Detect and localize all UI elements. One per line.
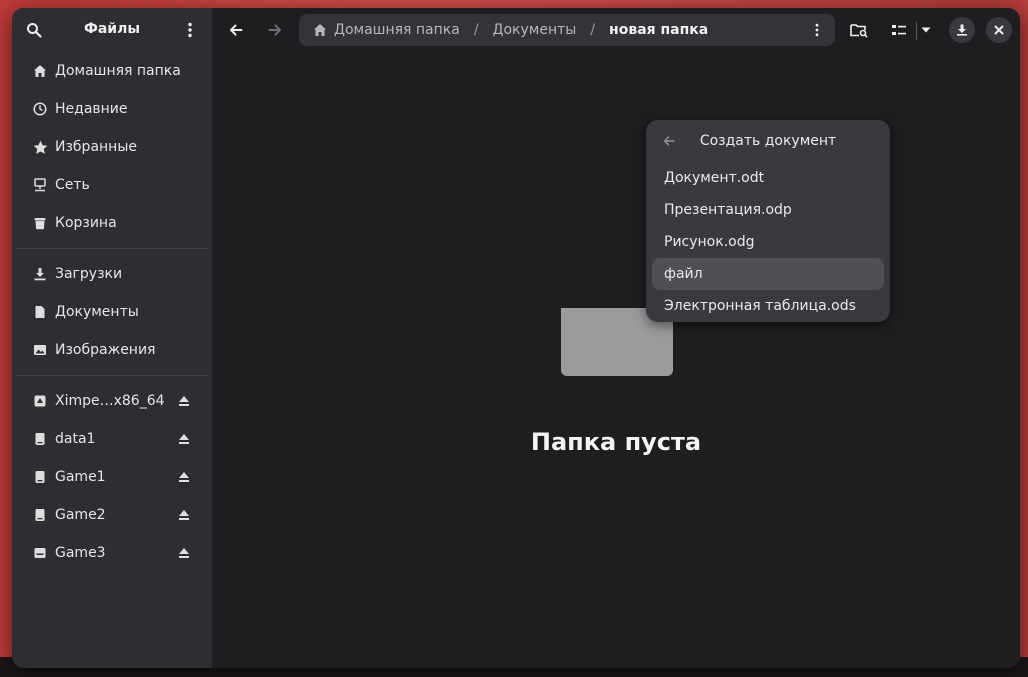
home-icon bbox=[314, 24, 326, 36]
menu-item-file[interactable]: файл bbox=[652, 258, 884, 290]
sidebar-item-network[interactable]: Сеть bbox=[12, 166, 212, 204]
sidebar-item-device-game3[interactable]: Game3 bbox=[12, 534, 212, 572]
sidebar-item-label: Недавние bbox=[55, 101, 128, 117]
eject-icon[interactable] bbox=[176, 545, 192, 561]
sidebar-item-label: Документы bbox=[55, 304, 139, 320]
file-manager-window: Файлы Домашняя папка Недавние Избранные … bbox=[12, 8, 1020, 668]
popover-header: Создать документ bbox=[646, 120, 890, 162]
header-bar: Домашняя папка / Документы / новая папка bbox=[212, 8, 1020, 52]
sidebar-item-device-game2[interactable]: Game2 bbox=[12, 496, 212, 534]
list-view-icon bbox=[892, 25, 906, 35]
search-in-folder-button[interactable] bbox=[845, 16, 873, 44]
close-button[interactable] bbox=[986, 17, 1012, 43]
kebab-menu-icon bbox=[188, 22, 192, 38]
download-icon bbox=[32, 266, 48, 282]
star-icon bbox=[32, 139, 48, 155]
sidebar-item-pictures[interactable]: Изображения bbox=[12, 331, 212, 369]
sidebar-item-label: Корзина bbox=[55, 215, 117, 231]
crumb-separator: / bbox=[473, 22, 479, 38]
kebab-menu-icon bbox=[815, 23, 819, 37]
places-list: Домашняя папка Недавние Избранные Сеть К… bbox=[12, 52, 212, 242]
sidebar-item-starred[interactable]: Избранные bbox=[12, 128, 212, 166]
sidebar-item-label: Сеть bbox=[55, 177, 90, 193]
new-document-popover: Создать документ Документ.odt Презентаци… bbox=[646, 120, 890, 322]
path-bar: Домашняя папка / Документы / новая папка bbox=[299, 14, 835, 46]
crumb-label: Документы bbox=[492, 22, 577, 38]
sidebar-item-label: Game3 bbox=[55, 545, 106, 561]
sidebar-item-label: Загрузки bbox=[55, 266, 123, 282]
forward-button[interactable] bbox=[261, 16, 289, 44]
sidebar-header: Файлы bbox=[12, 8, 212, 52]
sidebar-item-downloads[interactable]: Загрузки bbox=[12, 255, 212, 293]
chevron-down-icon bbox=[921, 27, 931, 33]
path-menu-button[interactable] bbox=[803, 16, 831, 44]
bookmarks-list: Загрузки Документы Изображения bbox=[12, 255, 212, 369]
popover-title: Создать документ bbox=[699, 133, 837, 149]
view-options-dropdown[interactable] bbox=[913, 16, 939, 44]
network-icon bbox=[32, 177, 48, 193]
back-button[interactable] bbox=[222, 16, 250, 44]
arrow-right-icon bbox=[268, 24, 281, 36]
eject-icon[interactable] bbox=[176, 393, 192, 409]
menu-item-spreadsheet-ods[interactable]: Электронная таблица.ods bbox=[652, 290, 884, 322]
drive-icon bbox=[32, 507, 48, 523]
folder-search-icon bbox=[850, 24, 868, 38]
crumb-current-folder[interactable]: новая папка bbox=[609, 22, 708, 38]
operations-button[interactable] bbox=[949, 17, 975, 43]
crumb-separator: / bbox=[590, 22, 596, 38]
drive-icon bbox=[32, 431, 48, 447]
sidebar-item-device-data1[interactable]: data1 bbox=[12, 420, 212, 458]
sidebar-item-label: Game1 bbox=[55, 469, 106, 485]
optical-drive-icon bbox=[32, 393, 48, 409]
arrow-left-icon bbox=[230, 24, 243, 36]
view-toggle-button[interactable] bbox=[885, 16, 913, 44]
drive-icon bbox=[32, 469, 48, 485]
eject-icon[interactable] bbox=[176, 431, 192, 447]
sidebar: Файлы Домашняя папка Недавние Избранные … bbox=[12, 8, 212, 668]
close-icon bbox=[994, 25, 1004, 35]
sidebar-divider bbox=[17, 375, 207, 376]
sidebar-item-label: data1 bbox=[55, 431, 96, 447]
eject-icon[interactable] bbox=[176, 507, 192, 523]
empty-state-title: Папка пуста bbox=[530, 428, 702, 456]
sidebar-item-device-game1[interactable]: Game1 bbox=[12, 458, 212, 496]
sidebar-item-label: Изображения bbox=[55, 342, 156, 358]
menu-item-presentation-odp[interactable]: Презентация.odp bbox=[652, 194, 884, 226]
sidebar-item-label: Ximpe…x86_64 bbox=[55, 393, 165, 409]
main-menu-button[interactable] bbox=[176, 16, 204, 44]
sidebar-item-recent[interactable]: Недавние bbox=[12, 90, 212, 128]
home-icon bbox=[32, 63, 48, 79]
trash-icon bbox=[32, 215, 48, 231]
download-icon bbox=[957, 24, 967, 36]
image-icon bbox=[32, 342, 48, 358]
crumb-label: Домашняя папка bbox=[334, 22, 460, 38]
menu-item-document-odt[interactable]: Документ.odt bbox=[652, 162, 884, 194]
sidebar-item-label: Избранные bbox=[55, 139, 137, 155]
document-icon bbox=[32, 304, 48, 320]
sidebar-item-device-ximper[interactable]: Ximpe…x86_64 bbox=[12, 382, 212, 420]
crumb-documents[interactable]: Документы bbox=[493, 22, 577, 38]
sidebar-item-trash[interactable]: Корзина bbox=[12, 204, 212, 242]
sidebar-item-label: Домашняя папка bbox=[55, 63, 181, 79]
sidebar-item-documents[interactable]: Документы bbox=[12, 293, 212, 331]
devices-list: Ximpe…x86_64 data1 Game1 Game2 Game3 bbox=[12, 382, 212, 572]
menu-item-drawing-odg[interactable]: Рисунок.odg bbox=[652, 226, 884, 258]
crumb-label: новая папка bbox=[609, 22, 709, 38]
drive-icon bbox=[32, 545, 48, 561]
crumb-home[interactable]: Домашняя папка bbox=[313, 22, 460, 38]
sidebar-item-home[interactable]: Домашняя папка bbox=[12, 52, 212, 90]
eject-icon[interactable] bbox=[176, 469, 192, 485]
sidebar-item-label: Game2 bbox=[55, 507, 106, 523]
clock-icon bbox=[32, 101, 48, 117]
main-content: Домашняя папка / Документы / новая папка bbox=[212, 8, 1020, 668]
sidebar-divider bbox=[17, 248, 207, 249]
